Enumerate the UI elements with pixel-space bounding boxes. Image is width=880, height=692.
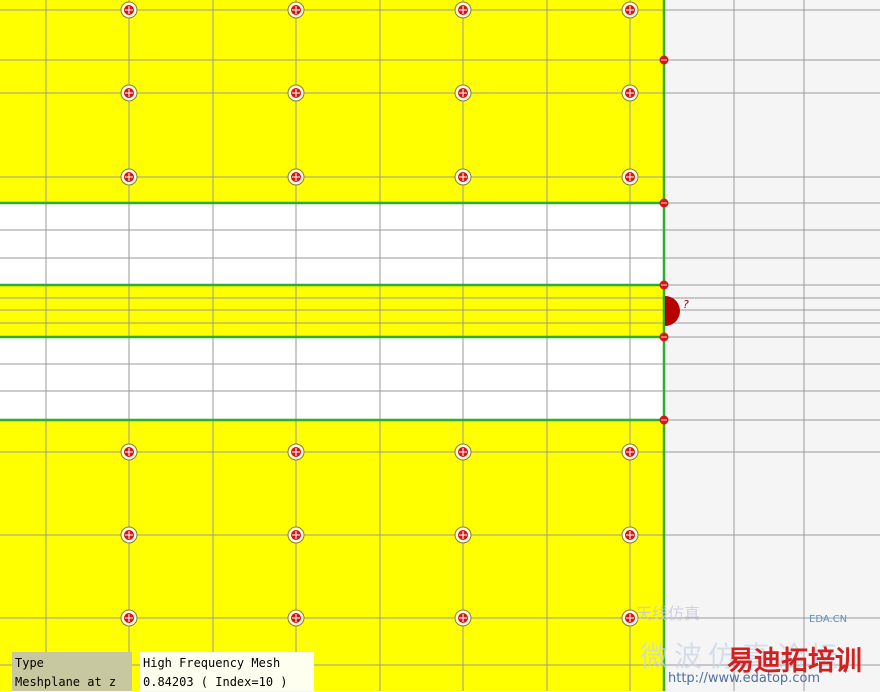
watermark-site-text: EDA.CN xyxy=(809,614,848,625)
via-marker xyxy=(287,1,305,19)
via-marker xyxy=(454,168,472,186)
lower-ground-plane xyxy=(0,420,664,691)
via-marker xyxy=(454,443,472,461)
meshplane-label: Meshplane at z xyxy=(15,675,117,689)
meshplane-value: 0.84203 ( Index=10 ) xyxy=(143,675,288,689)
edge-point-marker xyxy=(659,55,669,65)
via-marker xyxy=(120,609,138,627)
via-marker xyxy=(287,526,305,544)
via-marker xyxy=(454,84,472,102)
via-marker xyxy=(621,168,639,186)
via-marker xyxy=(621,1,639,19)
via-marker xyxy=(287,443,305,461)
info-panel: Type Meshplane at z High Frequency Mesh … xyxy=(12,652,314,691)
via-marker xyxy=(120,1,138,19)
lower-gap xyxy=(0,337,664,420)
upper-gap xyxy=(0,203,664,285)
via-marker xyxy=(287,168,305,186)
via-marker xyxy=(621,84,639,102)
signal-strip xyxy=(0,285,664,337)
type-label: Type xyxy=(15,656,44,670)
edge-point-marker xyxy=(659,415,669,425)
via-marker xyxy=(454,526,472,544)
info-values: High Frequency Mesh 0.84203 ( Index=10 ) xyxy=(140,652,314,691)
port-label: ? xyxy=(683,298,689,311)
watermark-top-text: 天线仿真 xyxy=(636,604,701,623)
via-marker xyxy=(287,84,305,102)
via-marker xyxy=(120,84,138,102)
via-marker xyxy=(120,443,138,461)
mesh-view-canvas[interactable] xyxy=(0,0,880,691)
via-marker xyxy=(621,526,639,544)
via-marker xyxy=(621,443,639,461)
info-labels: Type Meshplane at z xyxy=(12,652,132,691)
watermark-url-text: http://www.edatop.com xyxy=(668,671,821,686)
via-marker xyxy=(287,609,305,627)
edge-point-marker xyxy=(659,198,669,208)
type-value: High Frequency Mesh xyxy=(143,656,281,670)
edge-point-marker xyxy=(659,332,669,342)
via-marker xyxy=(120,526,138,544)
via-marker xyxy=(120,168,138,186)
upper-ground-plane xyxy=(0,0,664,203)
via-marker xyxy=(454,609,472,627)
via-marker xyxy=(454,1,472,19)
edge-point-marker xyxy=(659,280,669,290)
